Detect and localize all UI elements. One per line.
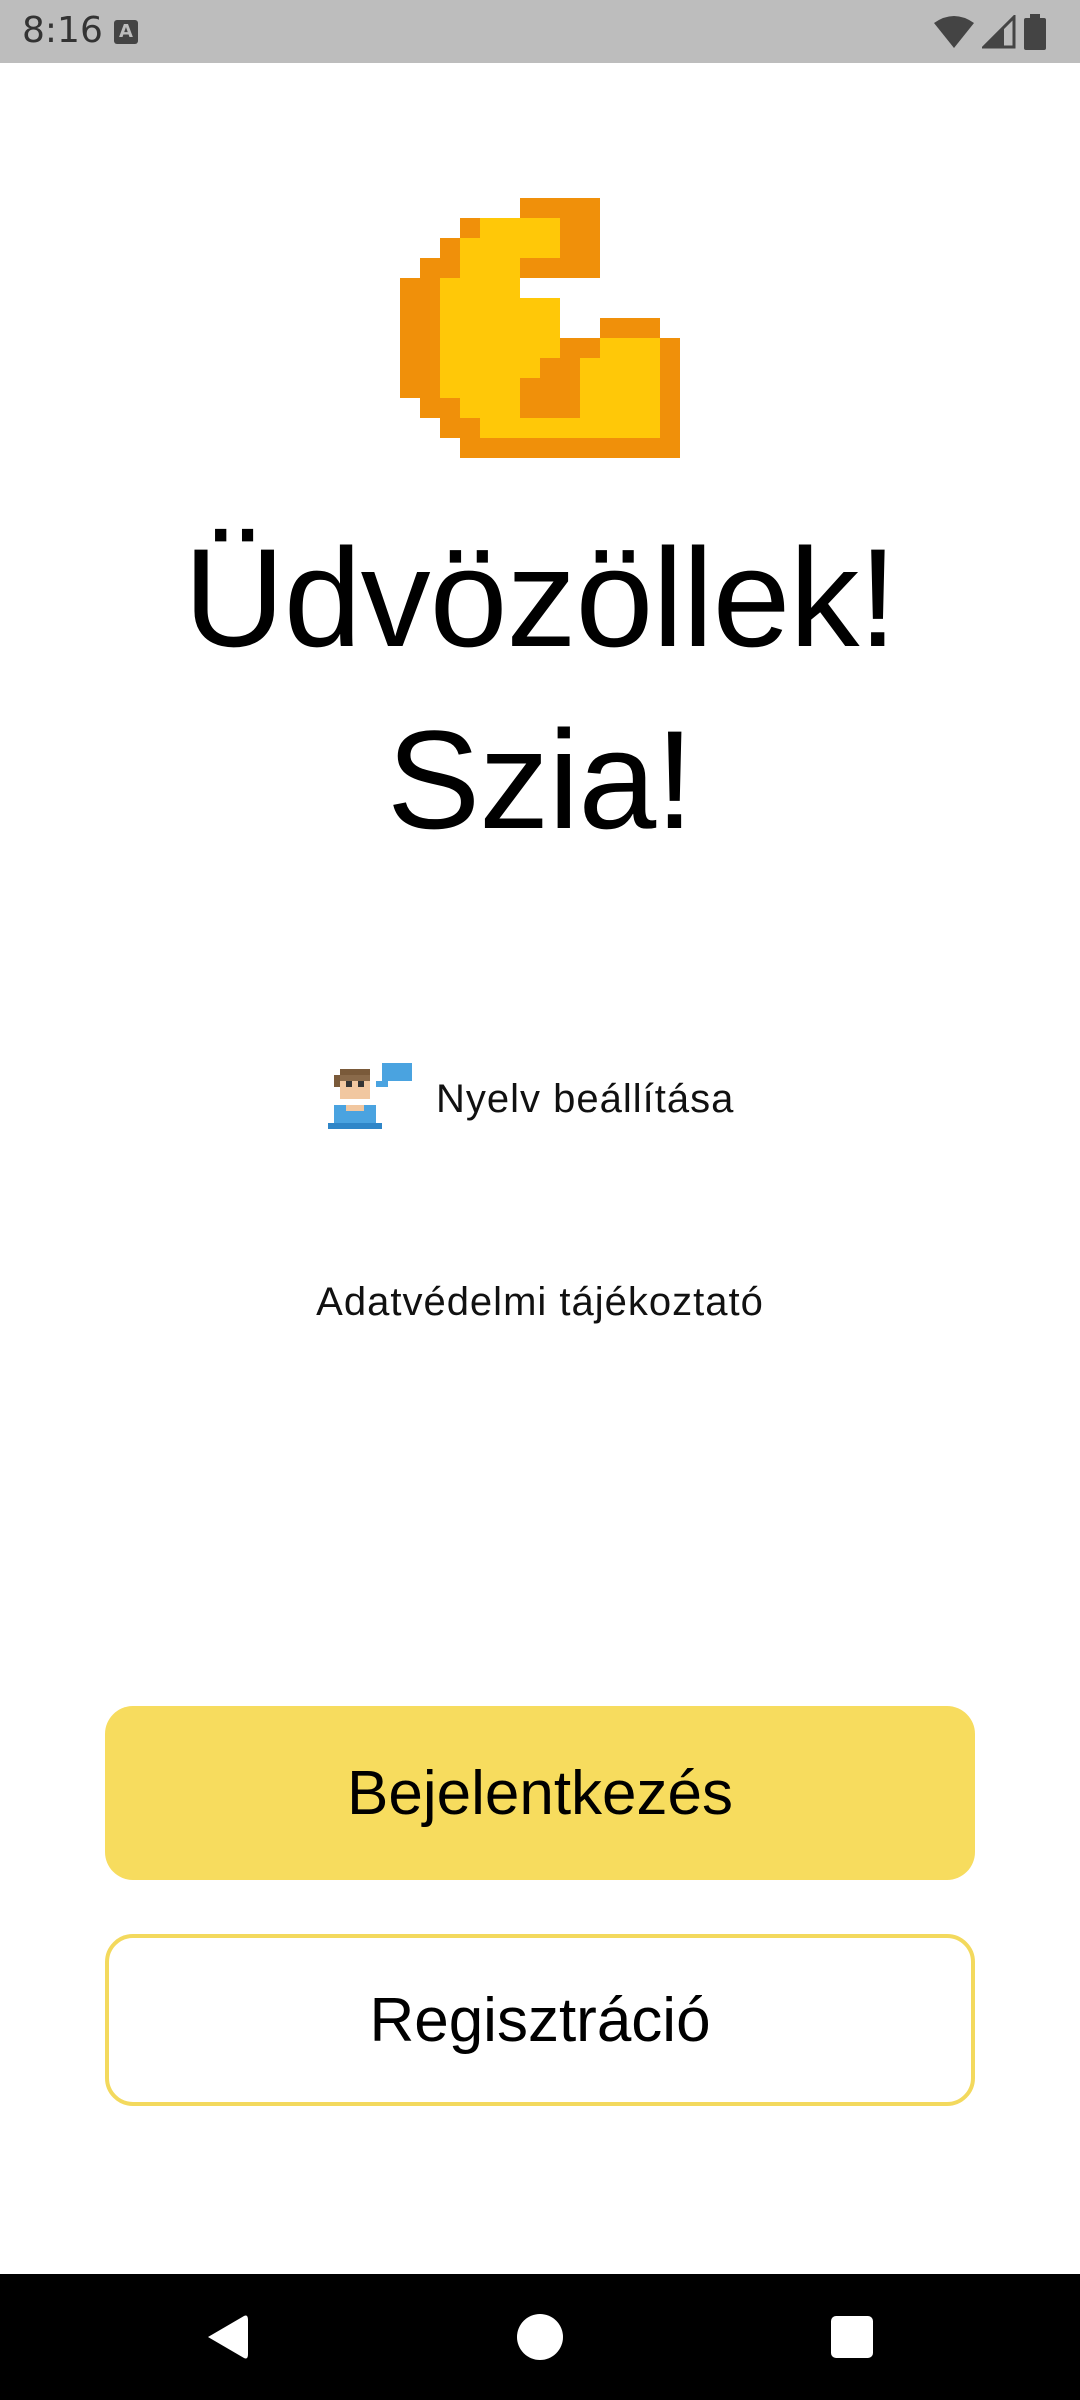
status-icons xyxy=(934,14,1046,50)
signal-icon xyxy=(982,15,1016,49)
home-icon xyxy=(517,2314,563,2360)
battery-icon xyxy=(1024,14,1046,50)
recents-button[interactable] xyxy=(772,2274,932,2400)
privacy-policy-link[interactable]: Adatvédelmi tájékoztató xyxy=(0,1280,1080,1325)
welcome-title: Üdvözöllek! xyxy=(183,519,898,676)
login-button[interactable]: Bejelentkezés xyxy=(105,1706,975,1880)
back-button[interactable] xyxy=(147,2274,307,2400)
notification-a-icon: A xyxy=(114,20,138,44)
wifi-icon xyxy=(934,16,974,48)
language-settings-link[interactable]: Nyelv beállítása xyxy=(328,1060,734,1138)
status-time: 8:16 xyxy=(22,10,103,51)
status-bar: 8:16 A xyxy=(0,0,1080,63)
language-settings-label: Nyelv beállítása xyxy=(436,1076,735,1121)
flexed-bicep-icon xyxy=(400,198,680,458)
register-button[interactable]: Regisztráció xyxy=(105,1934,975,2106)
recents-icon xyxy=(831,2316,873,2358)
home-button[interactable] xyxy=(460,2274,620,2400)
back-icon xyxy=(208,2315,248,2359)
person-speaking-icon xyxy=(328,1063,412,1129)
welcome-subtitle: Szia! xyxy=(386,701,694,858)
navigation-bar xyxy=(0,2274,1080,2400)
